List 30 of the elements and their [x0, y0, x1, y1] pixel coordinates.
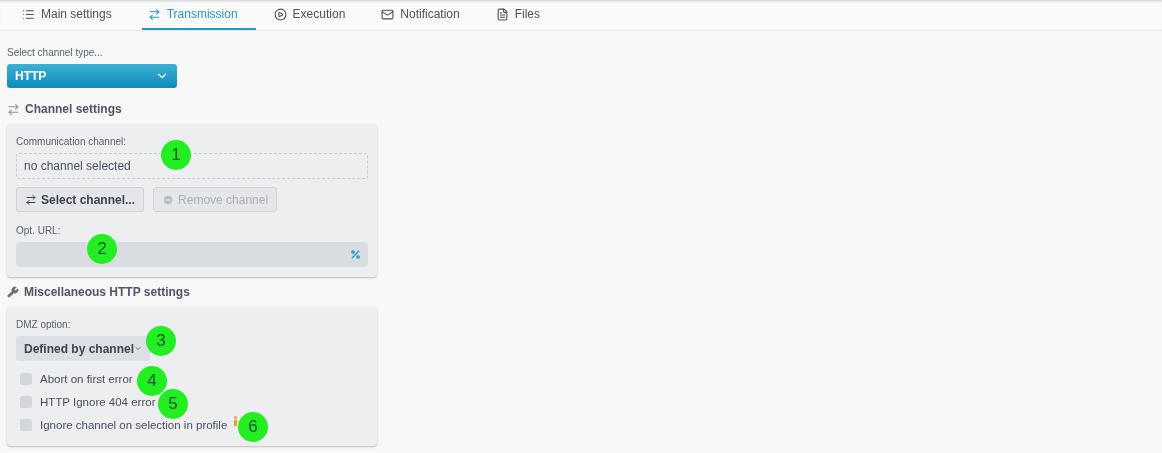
arrows-icon [25, 193, 37, 206]
checkbox-label: Abort on first error [40, 372, 133, 385]
section-title: Channel settings [25, 102, 122, 116]
arrows-icon [147, 7, 161, 21]
checkbox[interactable] [20, 372, 32, 385]
tab[interactable]: Files [489, 0, 559, 30]
checkbox[interactable] [20, 418, 32, 431]
play-icon [273, 7, 287, 21]
field-label: Opt. URL: [16, 225, 61, 236]
field-label: Communication channel: [16, 136, 127, 147]
select-channel-button[interactable]: Select channel... [16, 187, 145, 212]
minus-icon [162, 193, 175, 206]
tab[interactable]: Main settings [16, 0, 130, 30]
dmz-select[interactable]: Defined by channel [16, 336, 150, 361]
url-field[interactable] [16, 242, 368, 267]
envelope-icon [381, 7, 395, 21]
file-icon [495, 7, 509, 21]
tab[interactable]: Execution [267, 0, 364, 30]
arrows-icon [7, 102, 20, 116]
field-label: DMZ option: [16, 319, 71, 330]
checkbox[interactable] [20, 395, 32, 408]
info-icon[interactable] [233, 416, 239, 426]
percent-icon [350, 249, 361, 260]
field-label: Select channel type... [7, 47, 103, 58]
list-icon [22, 7, 35, 21]
checkbox-label: HTTP Ignore 404 error [40, 395, 156, 408]
tab[interactable]: Notification [375, 0, 478, 30]
checkbox-label: Ignore channel on selection in profile [40, 418, 228, 431]
section-title: Miscellaneous HTTP settings [24, 285, 190, 299]
wrench-icon [7, 286, 19, 298]
